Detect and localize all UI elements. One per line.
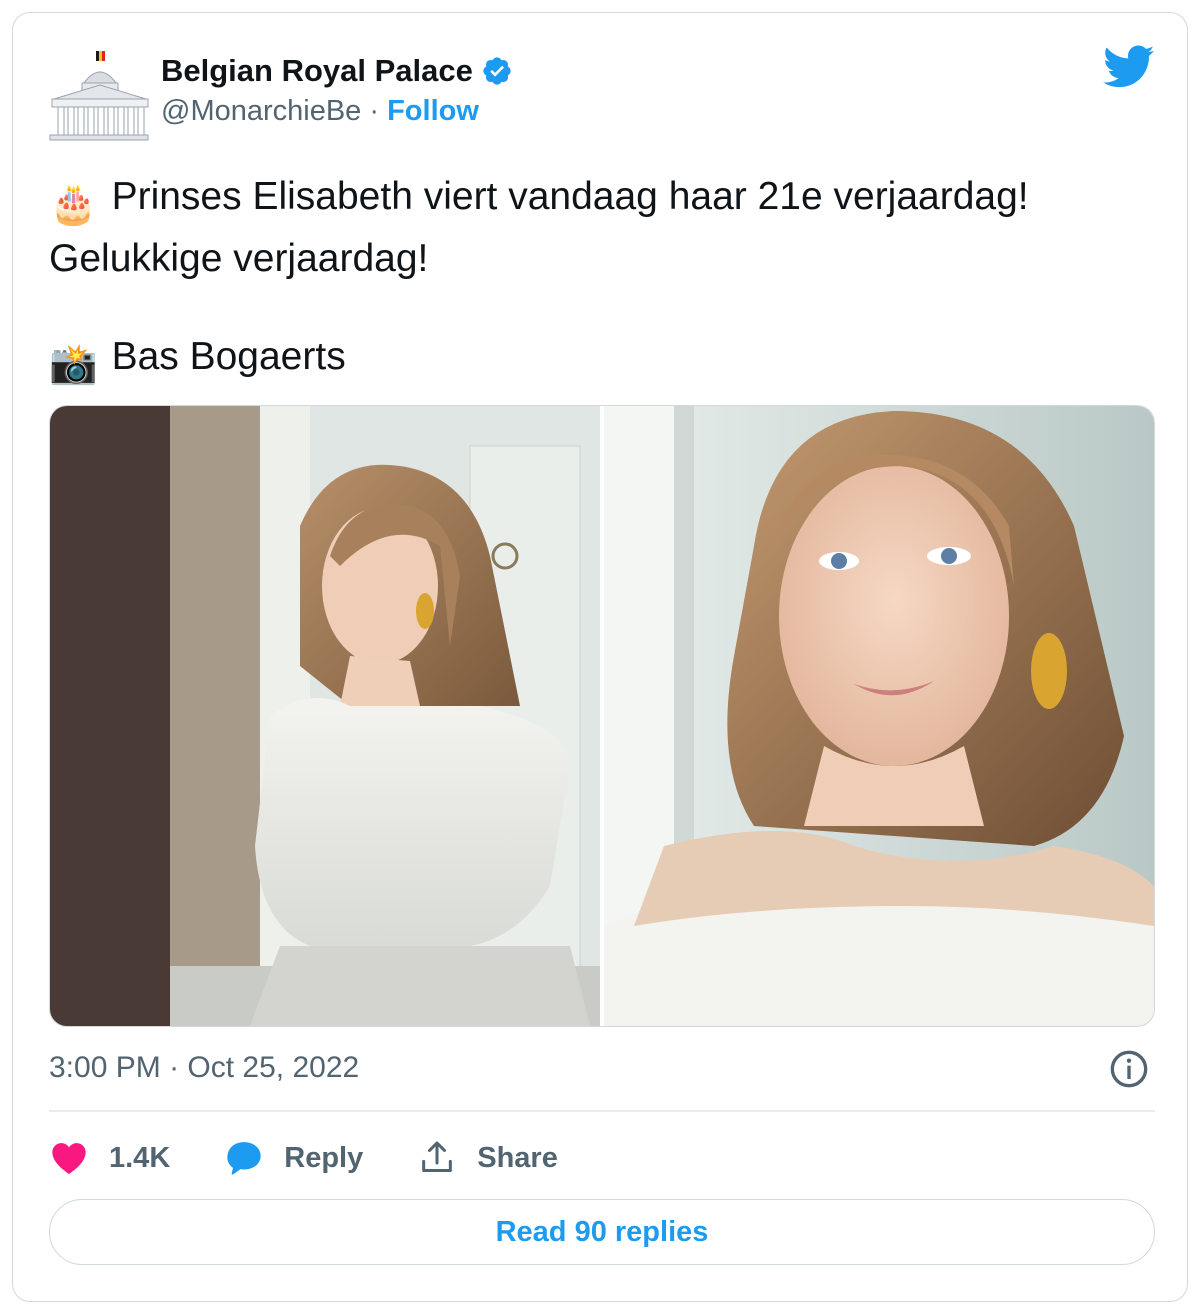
action-bar: 1.4K Reply Share — [49, 1133, 612, 1183]
divider — [49, 1110, 1155, 1112]
media-gallery — [49, 405, 1155, 1027]
verified-badge-icon — [483, 57, 511, 85]
photo-2[interactable] — [604, 406, 1154, 1026]
like-count: 1.4K — [109, 1141, 171, 1174]
tweet-line-1-text: Prinses Elisabeth viert vandaag haar 21e… — [111, 175, 1029, 218]
handle-row: @MonarchieBe · Follow — [161, 95, 479, 128]
reply-bubble-icon — [227, 1142, 261, 1175]
read-replies-button[interactable]: Read 90 replies — [49, 1199, 1155, 1265]
tweet-text: 🎂 Prinses Elisabeth viert vandaag haar 21… — [49, 170, 1159, 286]
like-button[interactable]: 1.4K — [49, 1138, 170, 1178]
author-handle[interactable]: @MonarchieBe — [161, 95, 361, 127]
tweet-line-2: Gelukkige verjaardag! — [49, 237, 429, 280]
tweet-timestamp[interactable]: 3:00 PM · Oct 25, 2022 — [49, 1051, 359, 1085]
tweet-card: Belgian Royal Palace @MonarchieBe · Foll… — [12, 12, 1188, 1302]
photo-1[interactable] — [50, 406, 600, 1026]
timestamp-separator: · — [160, 1051, 188, 1084]
author-name-row: Belgian Royal Palace — [161, 53, 513, 89]
camera-flash-icon: 📸 — [49, 343, 98, 386]
reply-button[interactable]: Reply — [224, 1138, 363, 1178]
handle-separator: · — [361, 95, 388, 127]
photo-2-image — [604, 406, 1154, 1026]
photo-1-image — [50, 406, 600, 1026]
share-button[interactable]: Share — [417, 1138, 558, 1178]
share-icon — [422, 1141, 453, 1172]
palace-building-icon — [49, 51, 149, 141]
author-name[interactable]: Belgian Royal Palace — [161, 53, 473, 89]
tweet-date: Oct 25, 2022 — [187, 1051, 360, 1084]
avatar[interactable] — [48, 47, 150, 143]
photo-credit-text: Bas Bogaerts — [111, 335, 346, 378]
tweet-time: 3:00 PM — [49, 1051, 161, 1084]
twitter-bird-icon[interactable] — [1103, 45, 1155, 89]
follow-button[interactable]: Follow — [387, 95, 479, 127]
info-icon[interactable] — [1109, 1049, 1149, 1089]
share-label: Share — [477, 1141, 558, 1174]
reply-label: Reply — [284, 1141, 364, 1174]
heart-icon — [52, 1143, 86, 1174]
photo-credit: 📸 Bas Bogaerts — [49, 335, 346, 387]
birthday-cake-icon: 🎂 — [49, 183, 98, 226]
tweet-line-1: 🎂 Prinses Elisabeth viert vandaag haar 21… — [49, 170, 1159, 232]
